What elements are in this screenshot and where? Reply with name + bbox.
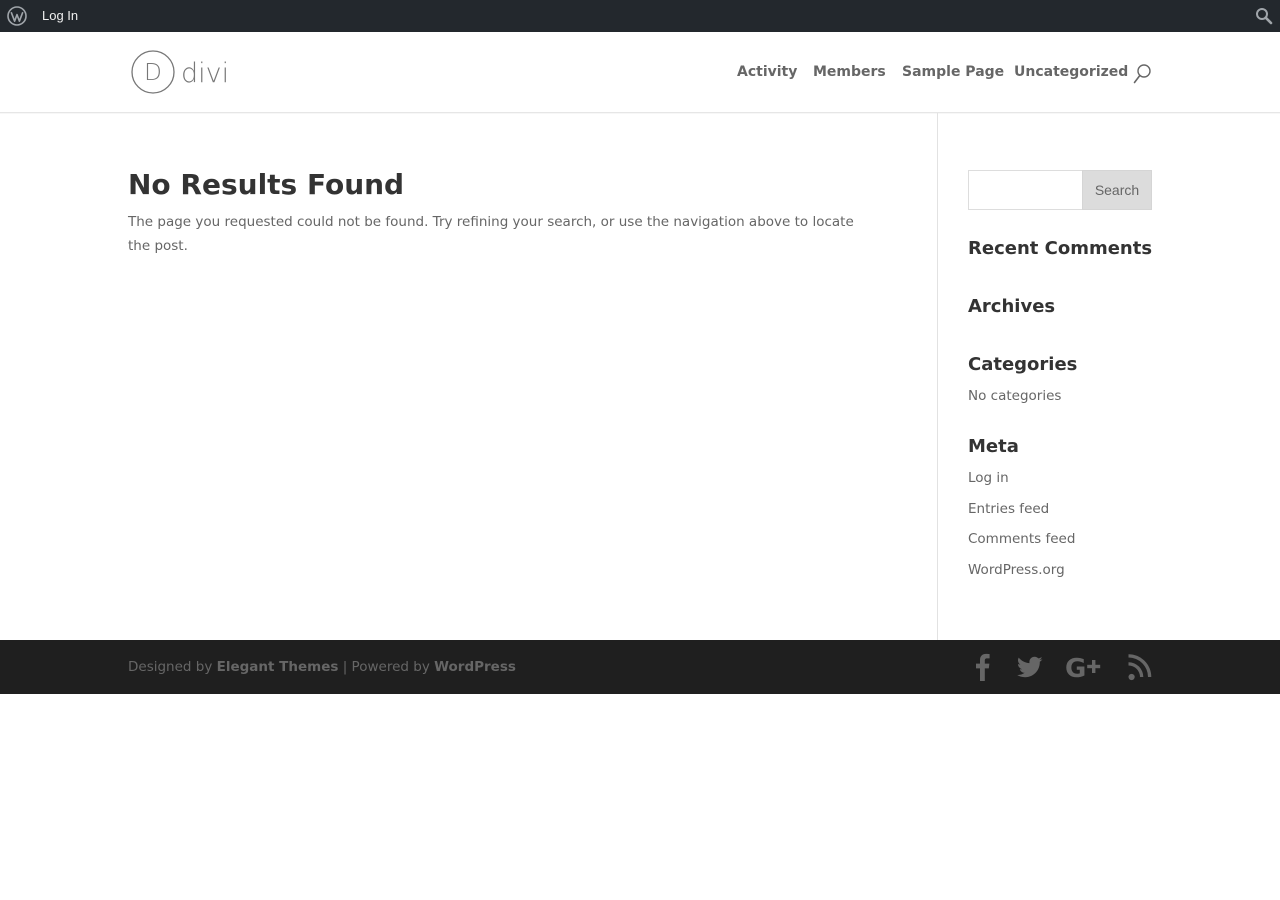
site-header: D divi Activity Members Sample Page Unca…	[0, 32, 1280, 113]
footer-designed-by: Designed by	[128, 659, 213, 675]
nav-sample-page[interactable]: Sample Page	[902, 64, 1004, 80]
page-title: No Results Found	[128, 168, 405, 201]
admin-login-link[interactable]: Log In	[42, 8, 78, 24]
no-results-message: The page you requested could not be foun…	[128, 214, 854, 254]
svg-text:G: G	[1065, 654, 1086, 681]
search-icon[interactable]	[1133, 64, 1152, 84]
nav-members[interactable]: Members	[813, 64, 886, 80]
site-logo[interactable]: D divi	[131, 50, 227, 96]
logo-letter: D	[144, 60, 162, 86]
recent-comments-title: Recent Comments	[968, 238, 1153, 259]
rss-icon[interactable]	[1128, 653, 1152, 681]
search-button[interactable]: Search	[1082, 170, 1152, 210]
archives-title: Archives	[968, 296, 1056, 317]
nav-activity[interactable]: Activity	[737, 64, 797, 80]
google-plus-icon[interactable]: G	[1065, 653, 1105, 681]
site-footer: Designed by Elegant Themes | Powered by …	[0, 640, 1280, 694]
footer-separator: | Powered by	[342, 659, 430, 675]
facebook-icon[interactable]	[973, 653, 991, 681]
sidebar-divider	[937, 113, 938, 640]
meta-link-entries-feed[interactable]: Entries feed	[968, 499, 1049, 519]
nav-uncategorized[interactable]: Uncategorized	[1014, 64, 1128, 80]
search-input[interactable]	[968, 170, 1083, 210]
meta-title: Meta	[968, 436, 1019, 457]
categories-empty-text: No categories	[968, 388, 1062, 404]
meta-link-wordpress-org[interactable]: WordPress.org	[968, 560, 1065, 580]
footer-credits: Designed by Elegant Themes | Powered by …	[128, 658, 516, 676]
footer-platform-link[interactable]: WordPress	[434, 659, 516, 675]
admin-bar: Log In	[0, 0, 1280, 32]
wordpress-icon[interactable]	[7, 6, 27, 26]
meta-link-login[interactable]: Log in	[968, 468, 1009, 488]
footer-designer-link[interactable]: Elegant Themes	[217, 659, 339, 675]
logo-text: divi	[181, 58, 227, 89]
search-icon[interactable]	[1255, 7, 1273, 25]
categories-title: Categories	[968, 354, 1078, 375]
meta-link-comments-feed[interactable]: Comments feed	[968, 529, 1075, 549]
twitter-icon[interactable]	[1016, 653, 1043, 681]
